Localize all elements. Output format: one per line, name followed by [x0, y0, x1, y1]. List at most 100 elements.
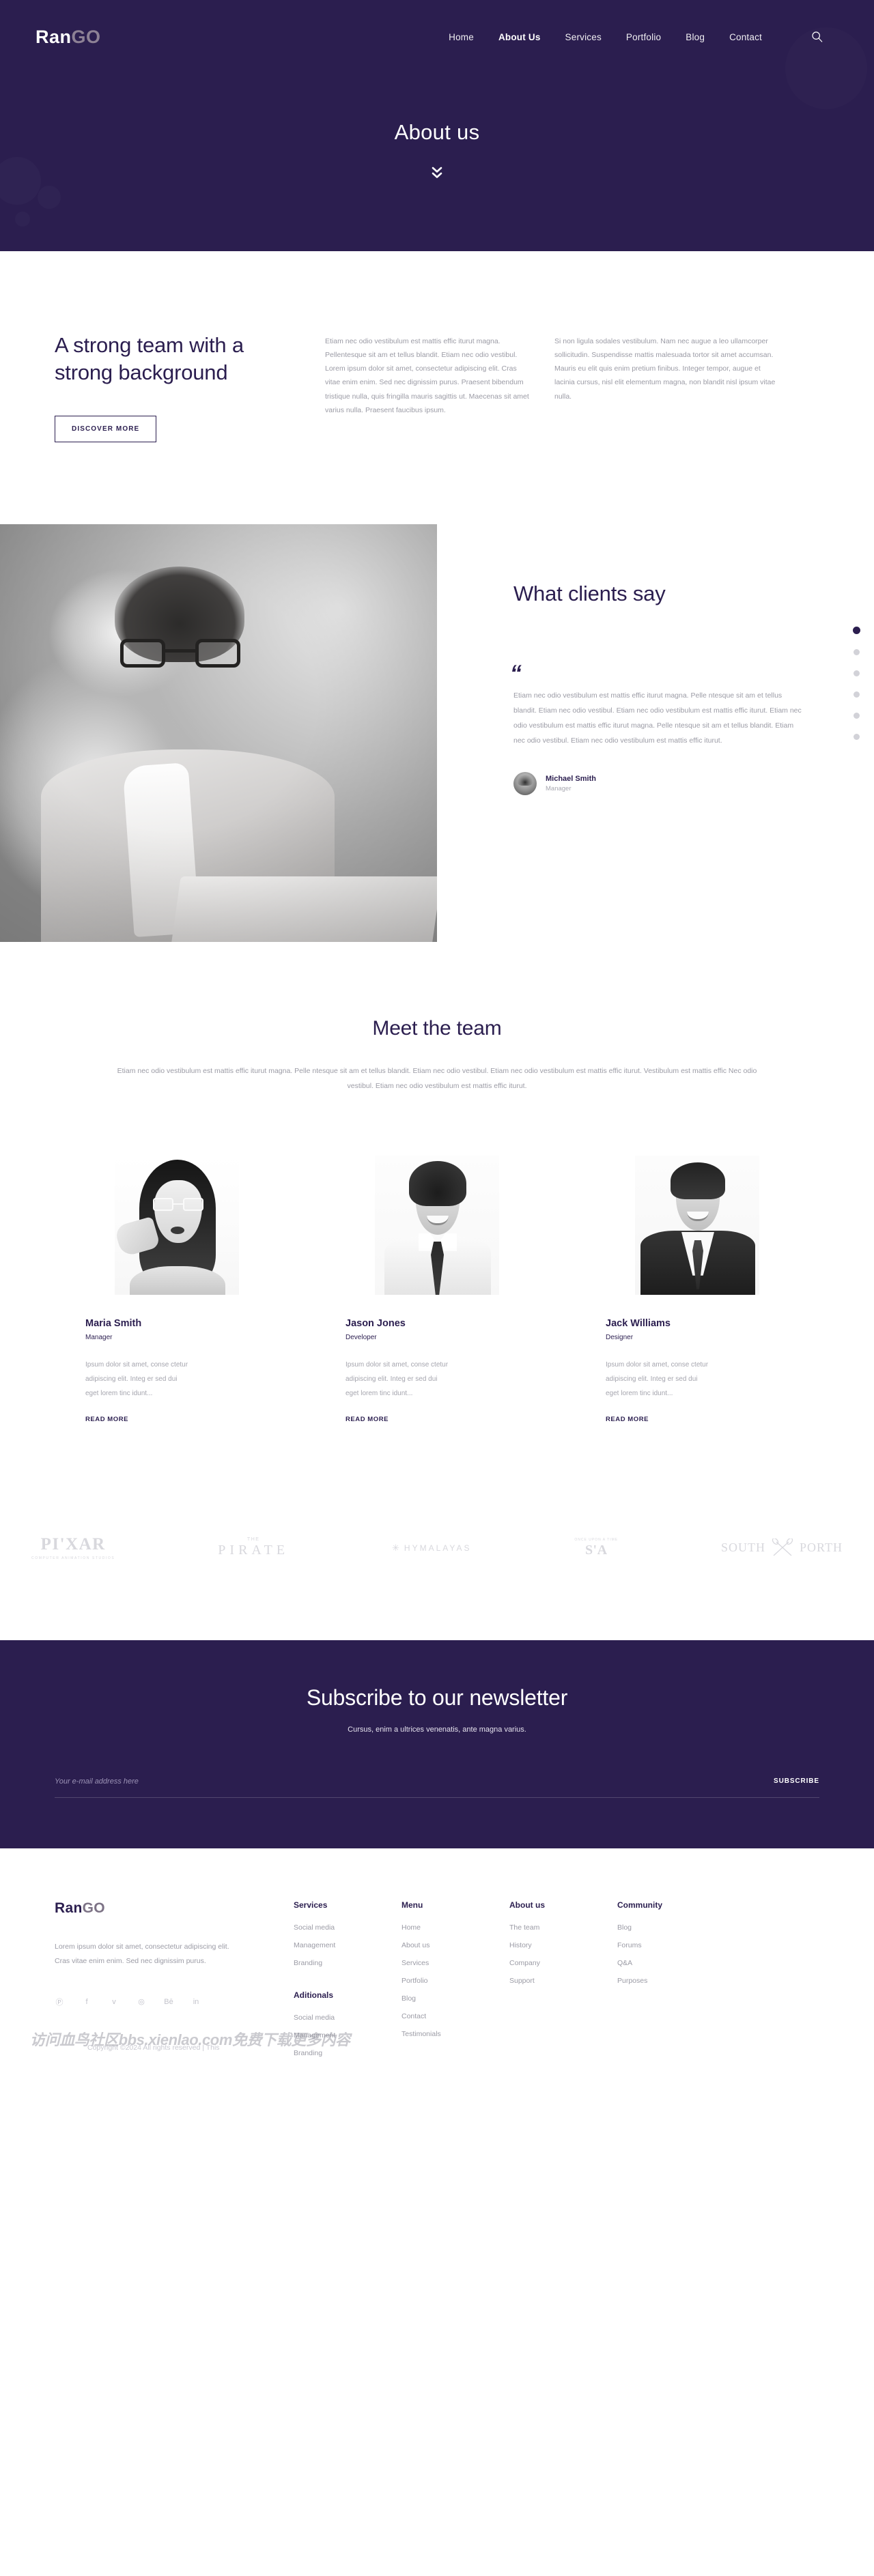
nav-item-contact[interactable]: Contact: [729, 32, 762, 42]
footer-logo-secondary: GO: [82, 1900, 105, 1916]
team-member-card: Jack Williams Designer Ipsum dolor sit a…: [605, 1155, 789, 1423]
pagination-dot[interactable]: [854, 691, 860, 698]
pagination-dot[interactable]: [853, 626, 860, 634]
footer-link[interactable]: Testimonials: [401, 2030, 509, 2038]
testimonial-text: Etiam nec odio vestibulum est mattis eff…: [513, 691, 802, 745]
discover-more-button[interactable]: DISCOVER MORE: [55, 415, 157, 442]
testimonial-pagination-dots: [853, 626, 860, 740]
behance-icon[interactable]: Bē: [164, 1997, 173, 2007]
team-member-name: Maria Smith: [85, 1317, 142, 1329]
client-logo-sa: ONCE UPON A TIME S'A: [574, 1538, 618, 1558]
team-member-card: Maria Smith Manager Ipsum dolor sit amet…: [85, 1155, 269, 1423]
footer-link[interactable]: Branding: [294, 2049, 401, 2057]
footer-column-about: About us The team History Company Suppor…: [509, 1900, 617, 2067]
site-logo[interactable]: RanGO: [36, 27, 101, 48]
pagination-dot[interactable]: [854, 733, 860, 740]
logo-text-primary: Ran: [36, 26, 72, 47]
pagination-dot[interactable]: [854, 648, 860, 655]
footer-link[interactable]: Social media: [294, 2014, 401, 2022]
footer-link-list: Social media Management Branding: [294, 1923, 401, 1967]
client-logo-pirate: THE PIRATE: [218, 1537, 289, 1558]
footer-logo[interactable]: RanGO: [55, 1900, 246, 1917]
strong-team-heading: A strong team with a strong background: [55, 333, 244, 385]
team-member-name: Jason Jones: [346, 1317, 406, 1329]
avatar: [513, 771, 537, 795]
footer-link-list-additionals: Social media Management Branding: [294, 2014, 401, 2057]
strong-team-left: A strong team with a strong background D…: [55, 332, 325, 442]
team-member-role: Designer: [606, 1333, 634, 1341]
team-member-card: Jason Jones Developer Ipsum dolor sit am…: [345, 1155, 529, 1423]
footer-link[interactable]: Branding: [294, 1959, 401, 1967]
decorative-blob: [15, 212, 30, 227]
linkedin-icon[interactable]: in: [191, 1997, 201, 2007]
footer-link[interactable]: Contact: [401, 2012, 509, 2020]
nav-item-portfolio[interactable]: Portfolio: [626, 32, 661, 42]
meet-team-subtitle: Etiam nec odio vestibulum est mattis eff…: [117, 1066, 757, 1091]
footer-link[interactable]: Forums: [617, 1941, 733, 1949]
team-member-photo: [115, 1155, 239, 1295]
client-logo-name: PIRATE: [218, 1543, 290, 1558]
newsletter-subtitle: Cursus, enim a ultrices venenatis, ante …: [348, 1725, 526, 1734]
sparkle-icon: ✳: [392, 1542, 399, 1553]
subscribe-button[interactable]: SUBSCRIBE: [774, 1777, 819, 1785]
footer-link[interactable]: Purposes: [617, 1977, 733, 1985]
pagination-dot[interactable]: [854, 670, 860, 676]
read-more-link[interactable]: READ MORE: [346, 1416, 528, 1423]
footer-column-services: Services Social media Management Brandin…: [294, 1900, 401, 2067]
decorative-blob: [38, 186, 61, 209]
email-field[interactable]: [55, 1777, 774, 1786]
footer-link[interactable]: Management: [294, 1941, 401, 1949]
client-logo-name-right: PORTH: [800, 1541, 843, 1555]
footer-link[interactable]: Company: [509, 1959, 617, 1967]
read-more-link[interactable]: READ MORE: [606, 1416, 789, 1423]
testimonial-photo: [0, 524, 437, 942]
footer-link[interactable]: Portfolio: [401, 1977, 509, 1985]
footer-link[interactable]: History: [509, 1941, 617, 1949]
footer-link-list: The team History Company Support: [509, 1923, 617, 1985]
read-more-link[interactable]: READ MORE: [85, 1416, 268, 1423]
footer-column-title: About us: [509, 1900, 545, 1910]
team-member-photo: [375, 1155, 499, 1295]
footer-column-title: Services: [294, 1900, 328, 1910]
footer-link[interactable]: The team: [509, 1923, 617, 1932]
newsletter-section: Subscribe to our newsletter Cursus, enim…: [0, 1640, 874, 1848]
testimonial-author-name: Michael Smith: [546, 774, 596, 783]
footer-link[interactable]: Q&A: [617, 1959, 733, 1967]
footer-link[interactable]: Management: [294, 2031, 401, 2040]
testimonial-body: What clients say ” Etiam nec odio vestib…: [437, 524, 874, 942]
footer-column-community: Community Blog Forums Q&A Purposes: [617, 1900, 733, 2067]
footer-link[interactable]: Blog: [617, 1923, 733, 1932]
footer-link[interactable]: Home: [401, 1923, 509, 1932]
dribbble-icon[interactable]: ◎: [137, 1997, 146, 2007]
client-logo-prefix: ONCE UPON A TIME: [574, 1537, 619, 1542]
main-navigation: RanGO Home About Us Services Portfolio B…: [0, 0, 874, 74]
footer-link[interactable]: Support: [509, 1977, 617, 1985]
client-logo-southporth: SOUTH PORTH: [721, 1537, 843, 1558]
footer-column-title-additionals: Aditionals: [294, 1990, 334, 2000]
testimonial-author-role: Manager: [546, 784, 572, 792]
meet-team-heading: Meet the team: [372, 1016, 502, 1040]
footer-link[interactable]: Social media: [294, 1923, 401, 1932]
twitter-icon[interactable]: ᴠ: [109, 1997, 119, 2007]
chevron-double-down-icon[interactable]: [427, 165, 447, 180]
footer-link[interactable]: Blog: [401, 1994, 509, 2003]
client-logo-prefix: THE: [246, 1537, 260, 1543]
footer-link[interactable]: About us: [401, 1941, 509, 1949]
nav-item-about-us[interactable]: About Us: [498, 32, 541, 42]
facebook-icon[interactable]: f: [82, 1997, 91, 2007]
nav-item-blog[interactable]: Blog: [686, 32, 705, 42]
page-root: RanGO Home About Us Services Portfolio B…: [0, 0, 874, 2067]
nav-item-home[interactable]: Home: [449, 32, 474, 42]
team-member-name: Jack Williams: [606, 1317, 671, 1329]
strong-team-section: A strong team with a strong background D…: [0, 251, 874, 442]
client-logo-name-left: SOUTH: [721, 1541, 766, 1555]
pinterest-icon[interactable]: Ⓟ: [55, 1997, 64, 2007]
nav-item-services[interactable]: Services: [565, 32, 602, 42]
pagination-dot[interactable]: [854, 712, 860, 719]
footer-link-list: Home About us Services Portfolio Blog Co…: [401, 1923, 509, 2038]
team-member-bio: Ipsum dolor sit amet, conse ctetur adipi…: [85, 1360, 188, 1397]
hero-header: RanGO Home About Us Services Portfolio B…: [0, 0, 874, 251]
footer-link[interactable]: Services: [401, 1959, 509, 1967]
page-title: About us: [394, 120, 480, 144]
search-icon[interactable]: [810, 29, 825, 44]
